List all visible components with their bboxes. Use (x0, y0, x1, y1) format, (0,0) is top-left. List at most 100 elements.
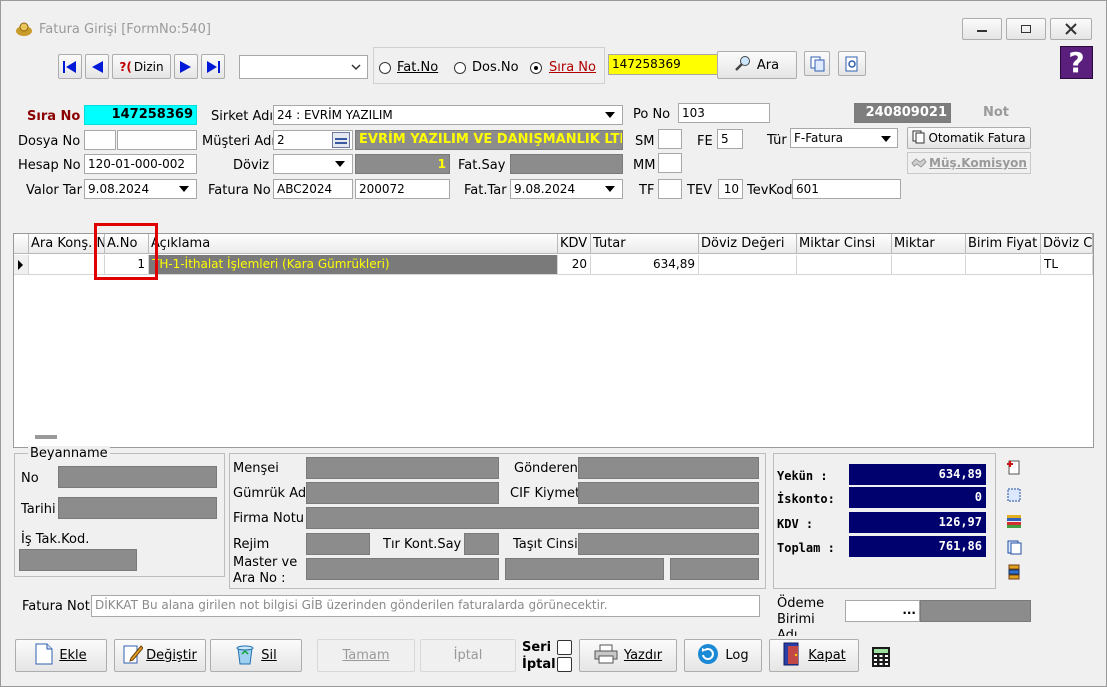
invoice-lines-grid[interactable]: Ara Konş. No A.No Açıklama KDV Tutar Döv… (13, 223, 1094, 448)
radio-sirano-label[interactable]: Sıra No (549, 60, 596, 76)
is-tak-kod-field (19, 549, 137, 571)
col-aciklama[interactable]: Açıklama (149, 234, 558, 254)
seri-checkbox[interactable] (557, 640, 572, 655)
dizin-button[interactable]: ?( Dizin (112, 54, 171, 79)
fe-field[interactable]: 5 (717, 129, 743, 149)
tamam-button[interactable]: Tamam (317, 639, 415, 672)
hesap-no-field[interactable]: 120-01-000-002 (84, 154, 197, 174)
cell-birim-fiyat[interactable] (966, 255, 1041, 275)
sirket-adi-label: Sirket Adı (211, 109, 274, 124)
fat-say-field (510, 154, 623, 174)
master-ve-label: Master ve (233, 555, 298, 570)
select-all-icon[interactable] (1006, 487, 1022, 506)
ara-label: Ara (756, 57, 780, 73)
odeme-label-3: Adı (777, 628, 798, 636)
iptal-button[interactable]: İptal (420, 639, 516, 672)
not-label: Not (983, 105, 1010, 120)
cell-aciklama[interactable]: TH-1-İthalat İşlemleri (Kara Gümrükleri) (149, 255, 558, 275)
preview-button[interactable] (838, 51, 866, 76)
col-doviz-cinsi[interactable]: Döviz Ci (1041, 234, 1093, 254)
radio-sirano[interactable] (530, 62, 542, 74)
fatura-not-field[interactable]: DİKKAT Bu alana girilen not bilgisi GİB … (91, 595, 760, 617)
col-birim-fiyat[interactable]: Birim Fiyat (966, 234, 1041, 254)
stack-icon[interactable] (1006, 564, 1022, 583)
minimize-button[interactable] (962, 18, 1002, 40)
iptal-label: İptal (453, 648, 483, 663)
sil-button[interactable]: Sil (210, 639, 302, 672)
books-icon[interactable] (1006, 513, 1022, 532)
toplam-value: 761,86 (849, 536, 986, 557)
mensei-label: Menşei (233, 461, 279, 476)
yazdir-button[interactable]: Yazdır (579, 639, 677, 672)
sm-field[interactable] (658, 129, 682, 149)
maximize-button[interactable] (1006, 18, 1046, 40)
copy-button[interactable] (804, 51, 830, 76)
seri-label: Seri (522, 640, 552, 655)
dizin-label: Dizin (133, 59, 164, 74)
odeme-picker-button[interactable]: ... (902, 603, 916, 617)
beyanname-title: Beyanname (28, 446, 110, 462)
first-record-button[interactable] (58, 54, 82, 79)
close-button[interactable] (1050, 18, 1092, 40)
fatura-no-label: Fatura No (208, 183, 271, 198)
previous-record-button[interactable] (85, 54, 109, 79)
dosya-no-field-2[interactable] (117, 130, 197, 150)
mus-komisyon-label: Müş.Komisyon (929, 156, 1027, 170)
cell-doviz-cinsi[interactable]: TL (1041, 255, 1093, 275)
col-kdv[interactable]: KDV (558, 234, 591, 254)
main-window: Fatura Girişi [FormNo:540] ?( Dizin Fat.… (0, 0, 1107, 687)
cell-tutar[interactable]: 634,89 (591, 255, 699, 275)
sira-no-field[interactable]: 147258369 (84, 105, 197, 125)
degistir-label: Değiştir (146, 648, 197, 663)
toplam-label: Toplam : (777, 541, 835, 555)
col-doviz-degeri[interactable]: Döviz Değeri (699, 234, 797, 254)
calculator-icon[interactable] (332, 132, 350, 148)
col-tutar[interactable]: Tutar (591, 234, 699, 254)
calculator-tool-icon[interactable] (871, 646, 891, 671)
pages-icon[interactable] (1006, 539, 1022, 558)
mm-field[interactable] (658, 153, 682, 173)
mus-komisyon-button[interactable]: Müş.Komisyon (907, 152, 1031, 174)
record-code-field: 240809021 (854, 103, 951, 123)
sirket-adi-dropdown[interactable]: 24 : EVRİM YAZILIM (273, 105, 623, 125)
cell-miktar[interactable] (892, 255, 966, 275)
degistir-button[interactable]: Değiştir (114, 639, 206, 672)
ekle-button[interactable]: Ekle (15, 639, 107, 672)
tur-label: Tür (767, 133, 787, 148)
grid-resize-handle[interactable] (35, 435, 57, 439)
copy-icon (810, 56, 825, 71)
kapat-button[interactable]: Kapat (769, 639, 859, 672)
log-button[interactable]: Log (684, 639, 762, 672)
cell-doviz-degeri[interactable] (699, 255, 797, 275)
cell-miktar-cinsi[interactable] (797, 255, 892, 275)
mensei-field (306, 457, 499, 479)
search-input[interactable]: 147258369 (608, 54, 719, 75)
gumruk-adi-field (306, 482, 499, 504)
col-miktar[interactable]: Miktar (892, 234, 966, 254)
add-document-icon[interactable] (1006, 460, 1022, 479)
radio-fatno[interactable] (379, 62, 391, 74)
firma-notu-label: Firma Notu (233, 511, 305, 526)
fatura-no-field-2[interactable]: 200072 (355, 179, 450, 199)
radio-dosno-label[interactable]: Dos.No (472, 60, 519, 76)
tev-field[interactable]: 10 (718, 179, 743, 199)
tevkod-field[interactable]: 601 (792, 179, 901, 199)
otomatik-fatura-button[interactable]: Otomatik Fatura (907, 127, 1031, 149)
cell-kdv[interactable]: 20 (558, 255, 591, 275)
next-record-button[interactable] (174, 54, 198, 79)
last-record-button[interactable] (201, 54, 225, 79)
radio-dosno[interactable] (454, 62, 466, 74)
help-icon[interactable]: ? (1060, 46, 1093, 79)
search-type-dropdown[interactable] (239, 55, 368, 79)
po-no-field[interactable]: 103 (678, 103, 770, 123)
fatura-no-field-1[interactable]: ABC2024 (273, 179, 353, 199)
firma-notu-field (306, 507, 759, 529)
iptal-checkbox[interactable] (557, 657, 572, 672)
sira-no-label: Sıra No (27, 109, 81, 124)
col-miktar-cinsi[interactable]: Miktar Cinsi (797, 234, 892, 254)
dosya-no-field-1[interactable] (84, 130, 116, 150)
odeme-code-field[interactable]: ... (845, 600, 920, 622)
ara-button[interactable]: Ara (717, 51, 797, 79)
tf-field[interactable] (658, 179, 682, 199)
radio-fatno-label[interactable]: Fat.No (397, 60, 438, 76)
